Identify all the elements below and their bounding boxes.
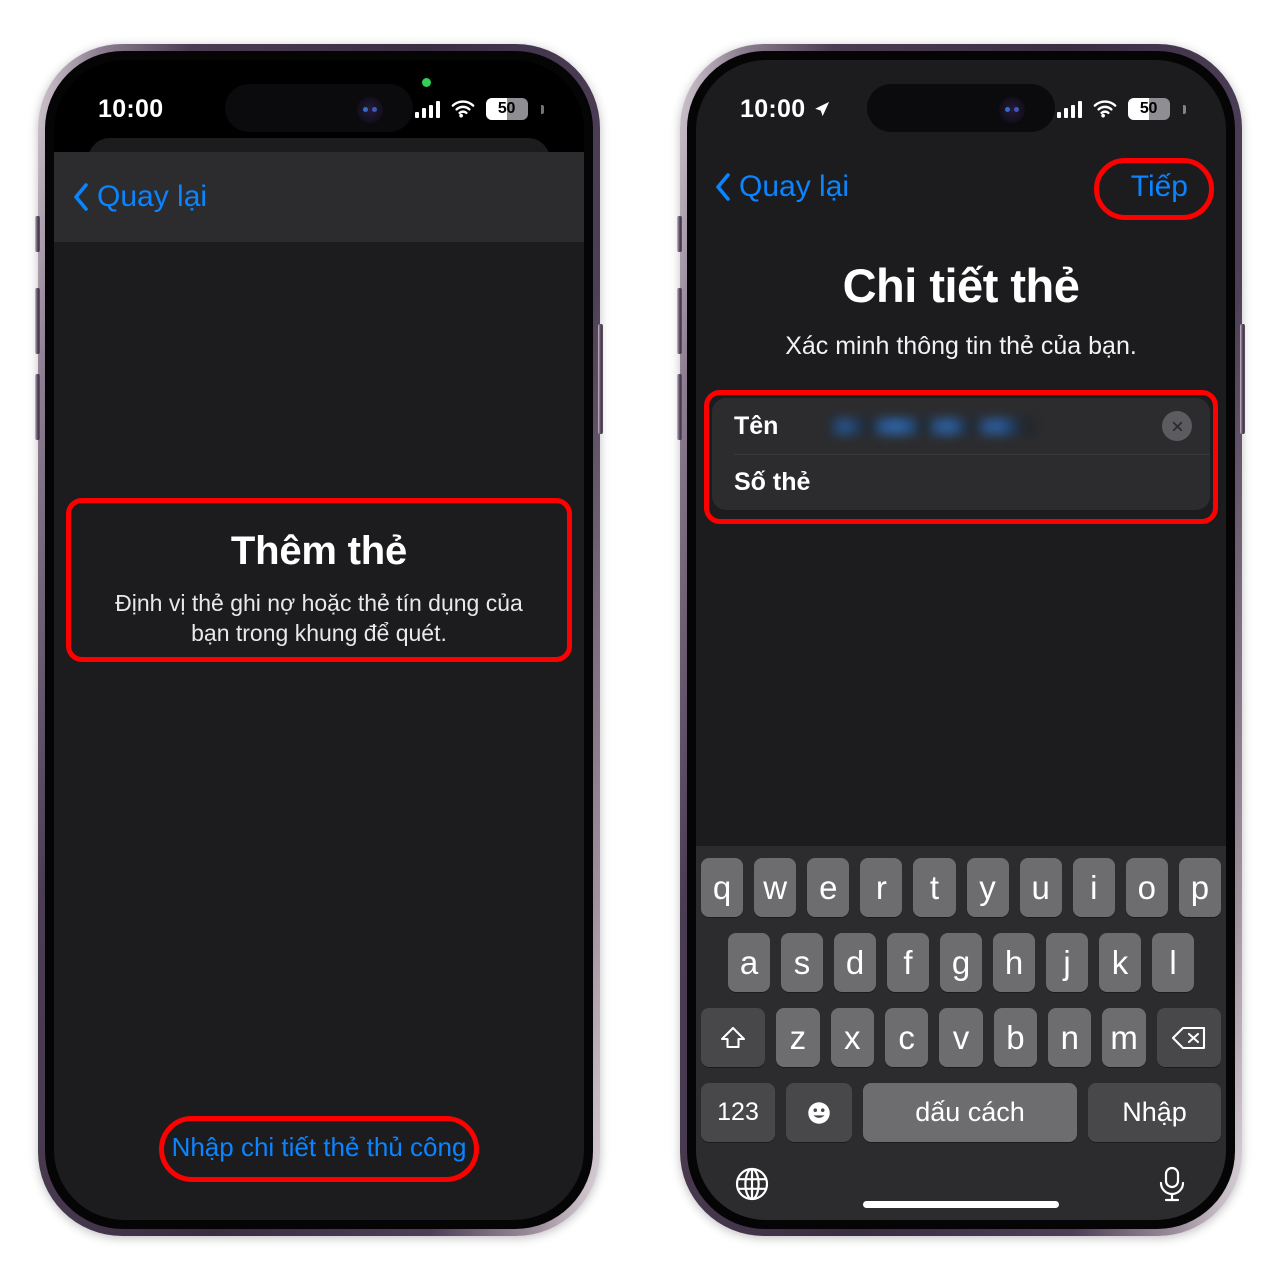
keyboard-row-2: a s d f g h j k l: [701, 933, 1221, 992]
shift-arrow-up-icon: [721, 1026, 746, 1048]
phone-left-bezel: Quay lại Thêm thẻ Định vị thẻ ghi nợ hoặ…: [45, 51, 593, 1229]
form-row-name[interactable]: Tên: [712, 398, 1210, 454]
globe-language-icon[interactable]: [733, 1165, 771, 1203]
silent-switch-button-2[interactable]: [677, 216, 682, 252]
key-n[interactable]: n: [1048, 1008, 1092, 1067]
dynamic-island: [225, 84, 413, 132]
back-button-label: Quay lại: [739, 170, 850, 203]
phone-left: Quay lại Thêm thẻ Định vị thẻ ghi nợ hoặ…: [35, 44, 603, 1236]
dynamic-island: [867, 84, 1055, 132]
key-w[interactable]: w: [754, 858, 797, 917]
name-field-value[interactable]: [830, 417, 1162, 435]
form-row-card-number[interactable]: Số thẻ: [712, 454, 1210, 510]
volume-down-button[interactable]: [35, 374, 40, 440]
key-m[interactable]: m: [1102, 1008, 1146, 1067]
emoji-key[interactable]: [786, 1083, 852, 1142]
redacted-name-value: [832, 417, 1037, 435]
backspace-delete-icon: [1171, 1026, 1205, 1049]
key-a[interactable]: a: [728, 933, 770, 992]
clear-circle-x-icon[interactable]: [1162, 411, 1192, 441]
phone-right-bezel: Quay lại Tiếp Chi tiết thẻ Xác minh thôn…: [687, 51, 1235, 1229]
volume-up-button[interactable]: [35, 288, 40, 354]
key-t[interactable]: t: [913, 858, 956, 917]
card-details-app: Quay lại Tiếp Chi tiết thẻ Xác minh thôn…: [696, 60, 1226, 1220]
phone-left-screen: Quay lại Thêm thẻ Định vị thẻ ghi nợ hoặ…: [54, 60, 584, 1220]
chevron-left-icon: [716, 173, 730, 201]
key-u[interactable]: u: [1019, 858, 1062, 917]
next-button[interactable]: Tiếp: [1119, 164, 1200, 210]
nav-bar-right: Quay lại Tiếp: [696, 148, 1226, 226]
power-button[interactable]: [598, 324, 603, 434]
key-p[interactable]: p: [1178, 858, 1221, 917]
home-indicator[interactable]: [863, 1201, 1059, 1208]
key-c[interactable]: c: [884, 1008, 929, 1067]
page-subtitle: Xác minh thông tin thẻ của bạn.: [785, 332, 1137, 360]
key-q[interactable]: q: [701, 858, 744, 917]
page-title: Chi tiết thẻ: [842, 259, 1080, 312]
card-details-form: Tên Số thẻ: [712, 398, 1210, 510]
key-o[interactable]: o: [1125, 858, 1168, 917]
keyboard-row-1: q w e r t y u i o p: [701, 858, 1221, 917]
back-button-left[interactable]: Quay lại: [72, 180, 207, 214]
key-x[interactable]: x: [830, 1008, 874, 1067]
numbers-key[interactable]: 123: [701, 1083, 775, 1142]
silent-switch-button[interactable]: [35, 216, 40, 252]
card-number-field-label: Số thẻ: [734, 467, 811, 496]
screenshot-stage: Quay lại Thêm thẻ Định vị thẻ ghi nợ hoặ…: [0, 0, 1280, 1280]
power-button-2[interactable]: [1240, 324, 1245, 434]
manual-entry-button[interactable]: Nhập chi tiết thẻ thủ công: [142, 1119, 497, 1176]
front-camera-icon: [999, 97, 1025, 123]
volume-down-button-2[interactable]: [677, 374, 682, 440]
shift-key[interactable]: [701, 1008, 766, 1067]
camera-scan-area: [54, 242, 584, 1220]
key-d[interactable]: d: [834, 933, 876, 992]
key-i[interactable]: i: [1072, 858, 1115, 917]
microphone-dictation-icon[interactable]: [1155, 1164, 1189, 1204]
space-key[interactable]: dấu cách: [863, 1083, 1077, 1142]
key-y[interactable]: y: [966, 858, 1009, 917]
scan-card-app: Quay lại Thêm thẻ Định vị thẻ ghi nợ hoặ…: [54, 60, 584, 1220]
key-z[interactable]: z: [776, 1008, 820, 1067]
key-b[interactable]: b: [993, 1008, 1038, 1067]
key-s[interactable]: s: [781, 933, 823, 992]
key-f[interactable]: f: [887, 933, 929, 992]
nav-bar-left: Quay lại: [54, 152, 584, 242]
back-button-label: Quay lại: [97, 180, 208, 213]
keyboard-row-4: 123 dấu cách Nhập: [701, 1083, 1221, 1142]
key-r[interactable]: r: [860, 858, 903, 917]
enter-key[interactable]: Nhập: [1088, 1083, 1221, 1142]
x-glyph-icon: [1172, 421, 1182, 431]
key-l[interactable]: l: [1152, 933, 1194, 992]
add-card-title: Thêm thẻ: [230, 529, 408, 573]
key-h[interactable]: h: [993, 933, 1035, 992]
backspace-key[interactable]: [1156, 1008, 1221, 1067]
phone-right-screen: Quay lại Tiếp Chi tiết thẻ Xác minh thôn…: [696, 60, 1226, 1220]
back-button-right[interactable]: Quay lại: [714, 170, 849, 204]
front-camera-icon: [357, 97, 383, 123]
phone-right: Quay lại Tiếp Chi tiết thẻ Xác minh thôn…: [677, 44, 1245, 1236]
key-j[interactable]: j: [1046, 933, 1088, 992]
keyboard-row-3: z x c v b n m: [701, 1008, 1221, 1067]
on-screen-keyboard[interactable]: q w e r t y u i o p a s d f g h j k l z …: [696, 846, 1226, 1220]
add-card-hint-card: Thêm thẻ Định vị thẻ ghi nợ hoặc thẻ tín…: [74, 507, 564, 675]
volume-up-button-2[interactable]: [677, 288, 682, 354]
chevron-left-icon: [74, 183, 88, 211]
name-field-label: Tên: [734, 411, 779, 440]
key-v[interactable]: v: [939, 1008, 983, 1067]
key-e[interactable]: e: [807, 858, 850, 917]
add-card-subtitle: Định vị thẻ ghi nợ hoặc thẻ tín dụng của…: [115, 590, 523, 647]
emoji-smiley-icon: [808, 1101, 830, 1124]
key-k[interactable]: k: [1099, 933, 1141, 992]
key-g[interactable]: g: [940, 933, 982, 992]
